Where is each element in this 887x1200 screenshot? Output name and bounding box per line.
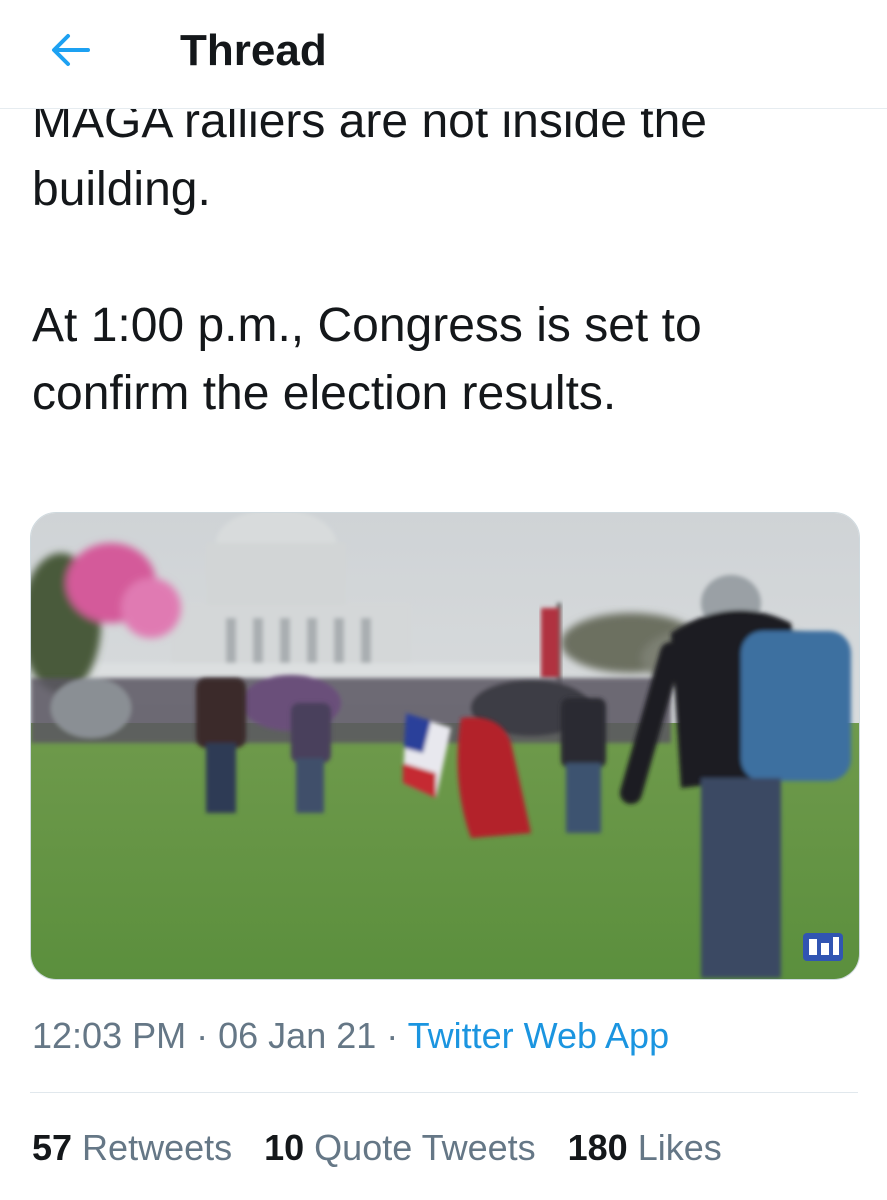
top-app-bar: Thread bbox=[0, 0, 887, 109]
back-arrow-icon bbox=[52, 34, 90, 66]
tweet-source-link[interactable]: Twitter Web App bbox=[408, 1015, 669, 1056]
video-frame-image bbox=[31, 513, 859, 979]
meta-separator: · bbox=[196, 1015, 209, 1056]
retweets-count: 57 bbox=[32, 1127, 73, 1168]
quote-tweets-label: Quote Tweets bbox=[314, 1127, 536, 1168]
divider bbox=[30, 1092, 858, 1093]
thread-page: Thread MAGA ralliers are not inside the … bbox=[0, 0, 887, 1200]
tweet-stats: 57 Retweets 10 Quote Tweets 180 Likes bbox=[32, 1124, 722, 1172]
channel-logo-icon bbox=[803, 933, 843, 961]
retweets-label: Retweets bbox=[82, 1127, 233, 1168]
likes-label: Likes bbox=[637, 1127, 722, 1168]
likes-stat[interactable]: 180 Likes bbox=[568, 1124, 722, 1172]
retweets-stat[interactable]: 57 Retweets bbox=[32, 1124, 232, 1172]
tweet-date: 06 Jan 21 bbox=[218, 1015, 377, 1056]
tweet-time: 12:03 PM bbox=[32, 1015, 187, 1056]
quote-tweets-stat[interactable]: 10 Quote Tweets bbox=[264, 1124, 536, 1172]
tweet-metadata: 12:03 PM · 06 Jan 21 · Twitter Web App bbox=[32, 1012, 669, 1060]
tweet-video-thumbnail[interactable] bbox=[30, 512, 860, 980]
tweet-text: MAGA ralliers are not inside the buildin… bbox=[32, 95, 707, 420]
likes-count: 180 bbox=[567, 1127, 628, 1168]
meta-separator: · bbox=[386, 1015, 399, 1056]
quote-tweets-count: 10 bbox=[264, 1127, 305, 1168]
page-title: Thread bbox=[180, 26, 327, 75]
back-button[interactable] bbox=[44, 26, 96, 74]
